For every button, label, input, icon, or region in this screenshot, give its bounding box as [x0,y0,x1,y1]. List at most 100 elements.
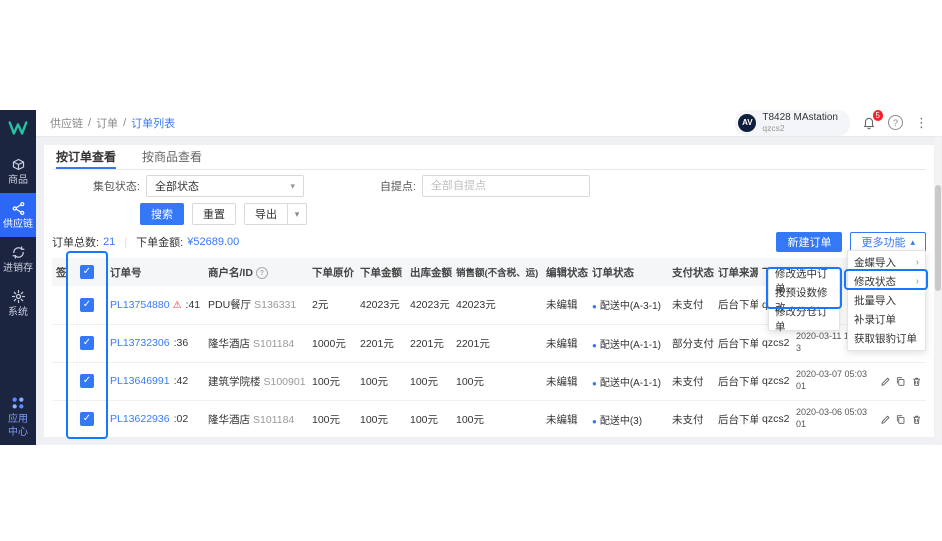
order-amount-value: ¥52689.00 [187,236,240,248]
summary-separator: | [124,236,128,248]
order-link[interactable]: PL13732306 [110,337,170,349]
copy-icon[interactable] [895,413,906,426]
info-icon: ? [255,267,268,279]
status-dot-icon: ● [592,302,597,312]
breadcrumb-separator: / [123,117,127,129]
col-sales: 销售额(不含税、运) [452,258,542,286]
row-checkbox[interactable]: ✓ [80,297,94,312]
menu-item-batch-import[interactable]: 批量导入 [848,291,925,310]
copy-icon[interactable] [895,375,906,388]
row-checkbox[interactable]: ✓ [80,412,94,426]
menu-item-kingdee-import[interactable]: 金蝶导入 › [848,253,925,272]
order-count-value: 21 [103,236,116,248]
app-center-icon [12,397,24,409]
menu-item-fetch-yinbao-orders[interactable]: 获取银豹订单 [848,329,925,348]
merchant-id: S100901 [263,375,306,388]
order-link[interactable]: PL13622936 [110,413,170,425]
package-status-value: 全部状态 [155,181,199,193]
user-menu[interactable]: AV T8428 MAstation qzcs2 [735,110,850,136]
status-badge: 配送中(3) [599,415,643,427]
order-amount-label: 下单金额: [136,237,184,249]
warning-icon: ⚠ [172,299,182,311]
sidebar-item-system[interactable]: 系统 [0,281,36,325]
help-button[interactable]: ? [888,115,903,131]
col-outbound-amount: 出库金额 [406,258,452,286]
select-all-checkbox[interactable]: ✓ [80,265,94,279]
pickup-point-input[interactable] [422,175,590,197]
more-functions-menu: 金蝶导入 › 修改状态 › 批量导入 补录订单 获取银豹订单 [847,250,926,351]
col-order-status: 订单状态 [588,258,668,286]
col-select: ✓ [68,258,106,286]
chevron-down-icon: ▾ [290,180,295,191]
sidebar-item-supply-chain[interactable]: 供应链 [0,193,36,237]
table-row: ✓ PL13646991:42 建筑学院楼 S100901 100元 100元 1… [52,362,926,401]
order-count-label: 订单总数: [52,237,100,249]
more-options-icon[interactable]: ⋮ [915,116,928,129]
avatar: AV [738,113,757,132]
notifications-button[interactable]: 5 [862,109,883,130]
menu-item-modify-split-warehouse-orders[interactable]: 修改分仓订单 [769,306,839,333]
merchant-name: 隆华酒店 [208,413,250,426]
app-logo-icon [7,117,29,139]
more-functions-button[interactable]: 更多功能 ▴ [850,232,926,252]
sidebar: 商品 供应链 进销存 系统 应用中心 [0,110,36,445]
sidebar-item-inventory[interactable]: 进销存 [0,237,36,281]
breadcrumb-separator: / [88,117,92,129]
package-status-select[interactable]: 全部状态 ▾ [146,175,304,197]
summary-buttons: 新建订单 更多功能 ▴ [776,232,926,252]
col-order-no: 订单号 [106,258,204,286]
menu-item-modify-status[interactable]: 修改状态 › [848,272,925,291]
col-edit-status: 编辑状态 [542,258,588,286]
summary-row: 订单总数: 21 | 下单金额: ¥52689.00 新建订单 更多功能 ▴ [52,232,926,252]
sidebar-item-label: 系统 [8,307,28,318]
export-split-button: 导出 ▾ [244,203,307,225]
action-buttons: 搜索 重置 导出 ▾ [140,203,926,225]
filter-row: 集包状态: 全部状态 ▾ 自提点: [52,175,926,197]
status-dot-icon: ● [592,340,597,350]
breadcrumb-supply-chain[interactable]: 供应链 [50,115,83,131]
export-dropdown-button[interactable]: ▾ [287,203,307,225]
row-checkbox[interactable]: ✓ [80,336,94,350]
modify-status-submenu: 修改选中订单 按预设数修改 修改分仓订单 [768,268,840,333]
merchant-id: S101184 [253,337,295,350]
delete-icon[interactable] [911,375,922,388]
scrollbar-thumb[interactable] [935,185,941,291]
merchant-name: 建筑学院楼 [208,375,261,388]
breadcrumb-orders[interactable]: 订单 [96,115,118,131]
new-order-button[interactable]: 新建订单 [776,232,843,252]
col-pay-status: 支付状态 [668,258,714,286]
export-button[interactable]: 导出 [244,203,288,225]
edit-icon[interactable] [880,375,891,388]
menu-item-supplement-order[interactable]: 补录订单 [848,310,925,329]
delete-icon[interactable] [911,413,922,426]
sidebar-item-label: 进销存 [3,263,33,274]
search-button[interactable]: 搜索 [140,203,184,225]
order-link[interactable]: PL13754880 [110,299,170,311]
gear-icon [11,289,25,304]
edit-icon[interactable] [880,413,891,426]
sidebar-item-label: 应用中心 [8,414,28,438]
reset-button[interactable]: 重置 [192,203,236,225]
merchant-name: PDU餐厅 [208,299,252,312]
sidebar-item-products[interactable]: 商品 [0,149,36,193]
topbar-right: AV T8428 MAstation qzcs2 5 ? ⋮ [735,109,928,136]
col-order-amount: 下单金额 [356,258,406,286]
status-badge: 配送中(A-3-1) [599,301,661,313]
merchant-name: 隆华酒店 [208,337,250,350]
row-checkbox[interactable]: ✓ [80,374,94,388]
tab-by-product[interactable]: 按商品查看 [142,145,202,169]
breadcrumb-order-list[interactable]: 订单列表 [131,115,175,131]
pickup-point-label: 自提点: [379,181,416,193]
inventory-icon [12,246,24,259]
chevron-up-icon: ▴ [910,236,915,247]
tab-by-order[interactable]: 按订单查看 [56,145,117,169]
chevron-right-icon: › [915,276,919,287]
status-dot-icon: ● [592,378,597,388]
status-badge: 配送中(A-1-1) [599,339,661,351]
view-tabs: 按订单查看 按商品查看 [52,145,926,170]
order-link[interactable]: PL13646991 [110,375,170,387]
sidebar-item-app-center[interactable]: 应用中心 [6,395,30,439]
breadcrumb: 供应链 / 订单 / 订单列表 [50,115,175,131]
row-actions [880,413,922,426]
merchant-id: S101184 [253,413,295,426]
